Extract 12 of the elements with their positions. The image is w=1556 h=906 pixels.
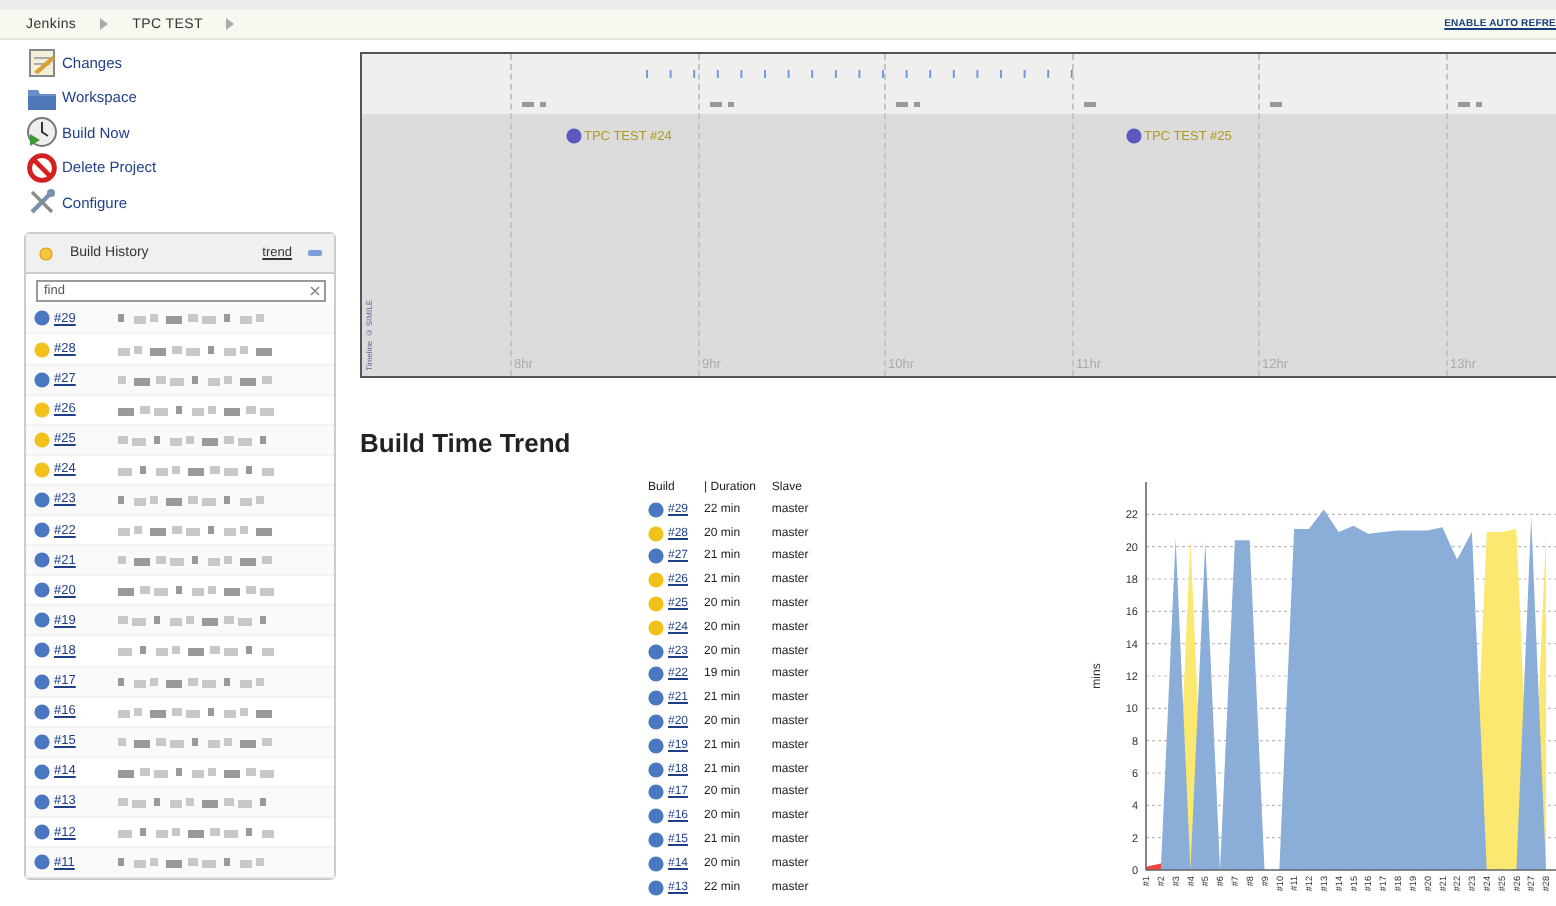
trend-bar-icon: [308, 250, 322, 257]
wrench-icon: [26, 186, 58, 219]
chevron-icon: [226, 18, 235, 30]
sun-icon: [38, 245, 54, 262]
clock-icon: [26, 116, 58, 149]
status-ball-icon: [1126, 128, 1142, 144]
prohibited-icon: [26, 151, 58, 184]
status-ball-icon: [566, 128, 582, 144]
clear-icon[interactable]: [310, 286, 320, 297]
notepad-icon: [26, 46, 58, 78]
chevron-icon: [100, 18, 109, 30]
section-title: Build Time Trend: [360, 428, 571, 458]
